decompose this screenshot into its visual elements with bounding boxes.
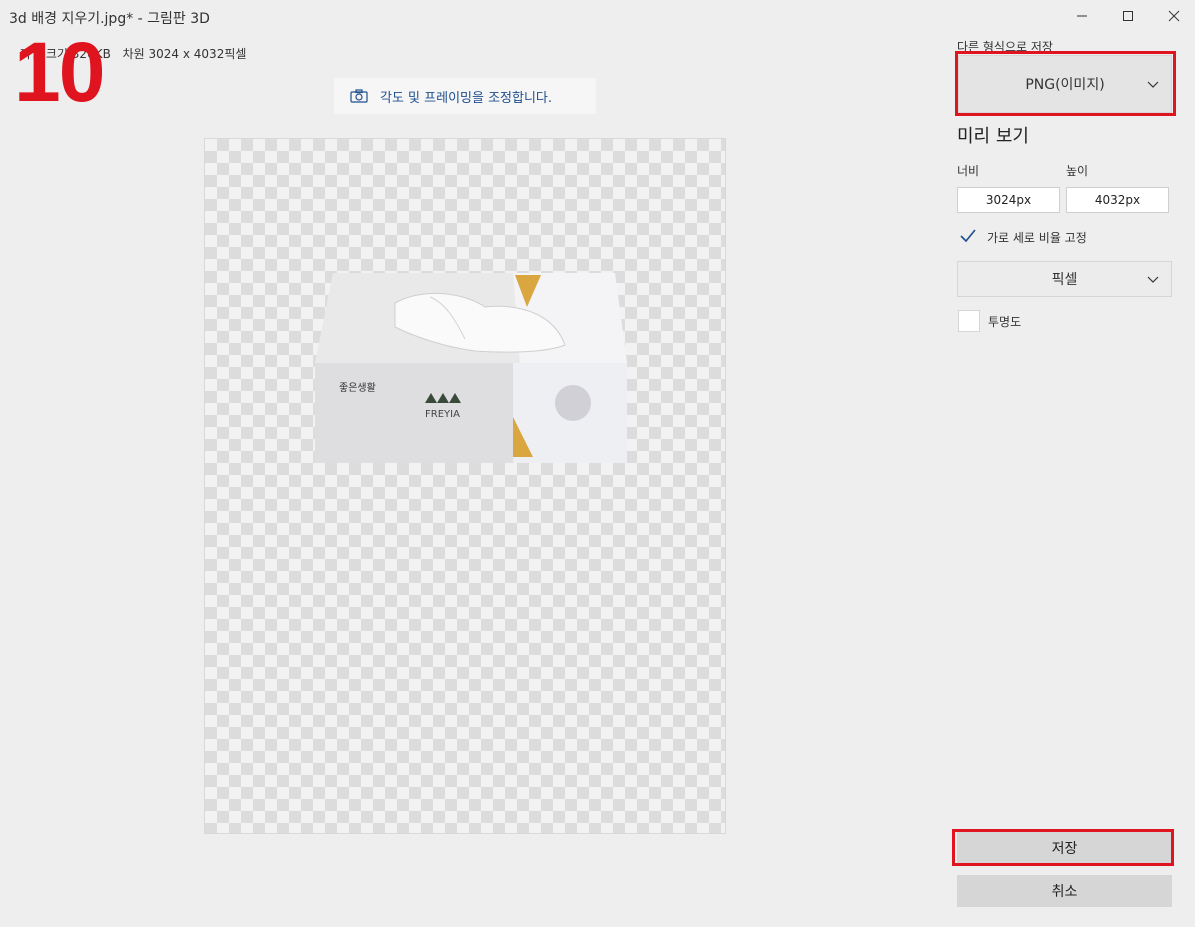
maximize-button[interactable] bbox=[1105, 0, 1151, 32]
preview-canvas[interactable]: 좋은생활 FREYIA bbox=[204, 138, 726, 834]
minimize-icon bbox=[1077, 15, 1087, 17]
lock-ratio-label: 가로 세로 비율 고정 bbox=[987, 231, 1087, 245]
unit-dropdown[interactable]: 픽셀 bbox=[957, 261, 1172, 297]
maximize-icon bbox=[1123, 11, 1133, 21]
width-field[interactable]: 3024px bbox=[957, 187, 1060, 213]
title-bar: 3d 배경 지우기.jpg* - 그림판 3D bbox=[0, 0, 1195, 32]
file-dimensions: 차원 3024 x 4032픽셀 bbox=[122, 47, 247, 61]
height-label: 높이 bbox=[1066, 164, 1089, 178]
checkmark-icon bbox=[960, 229, 976, 243]
close-button[interactable] bbox=[1151, 0, 1195, 32]
unit-value: 픽셀 bbox=[1051, 272, 1078, 288]
lock-ratio-checkbox[interactable] bbox=[958, 226, 978, 246]
chevron-down-icon bbox=[1147, 276, 1159, 283]
transparency-checkbox[interactable] bbox=[958, 310, 980, 332]
minimize-button[interactable] bbox=[1059, 0, 1105, 32]
height-field[interactable]: 4032px bbox=[1066, 187, 1169, 213]
preview-heading: 미리 보기 bbox=[957, 126, 1029, 147]
format-dropdown-highlight bbox=[955, 51, 1176, 116]
step-number: 10 bbox=[14, 25, 105, 119]
tissue-box-image: 좋은생활 FREYIA bbox=[315, 273, 627, 463]
save-button-highlight bbox=[952, 829, 1174, 866]
svg-text:좋은생활: 좋은생활 bbox=[339, 381, 376, 394]
width-label: 너비 bbox=[957, 164, 980, 178]
adjust-framing-label: 각도 및 프레이밍을 조정합니다. bbox=[380, 90, 553, 106]
adjust-framing-button[interactable]: 각도 및 프레이밍을 조정합니다. bbox=[334, 78, 596, 114]
transparency-label: 투명도 bbox=[988, 315, 1022, 329]
cancel-button[interactable]: 취소 bbox=[957, 875, 1172, 907]
svg-text:FREYIA: FREYIA bbox=[425, 409, 460, 420]
close-icon bbox=[1168, 10, 1180, 22]
camera-icon bbox=[350, 89, 368, 103]
